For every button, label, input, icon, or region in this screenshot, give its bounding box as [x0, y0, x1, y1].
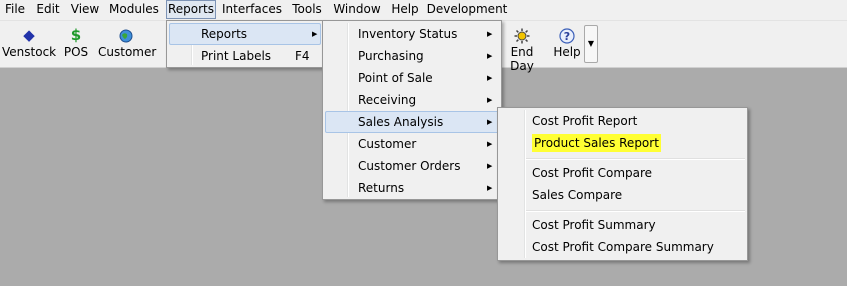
- venstock-label: Venstock: [2, 45, 57, 59]
- menu-modules[interactable]: Modules: [106, 0, 162, 19]
- menu-separator: [526, 210, 745, 212]
- menu-file[interactable]: File: [0, 0, 30, 19]
- item-cost-profit-summary[interactable]: Cost Profit Summary: [500, 214, 745, 236]
- print-labels-shortcut: F4: [295, 49, 310, 63]
- help-label: Help: [553, 45, 581, 59]
- item-sales-compare[interactable]: Sales Compare: [500, 184, 745, 206]
- pos-label: POS: [63, 45, 89, 59]
- submenu-arrow-icon: ▶: [487, 118, 493, 126]
- customer-menu-label: Customer: [358, 137, 417, 151]
- cost-profit-compare-summary-label: Cost Profit Compare Summary: [532, 240, 714, 254]
- submenu-item-point-of-sale[interactable]: Point of Sale ▶: [325, 67, 499, 89]
- submenu-arrow-icon: ▶: [487, 162, 493, 170]
- cost-profit-summary-label: Cost Profit Summary: [532, 218, 656, 232]
- sales-analysis-label: Sales Analysis: [358, 115, 444, 129]
- submenu-item-customer-orders[interactable]: Customer Orders ▶: [325, 155, 499, 177]
- dollar-icon: $: [70, 26, 82, 44]
- submenu-item-returns[interactable]: Returns ▶: [325, 177, 499, 199]
- menu-window[interactable]: Window: [330, 0, 384, 19]
- point-of-sale-label: Point of Sale: [358, 71, 433, 85]
- submenu-arrow-icon: ▶: [312, 30, 318, 38]
- pos-button[interactable]: $ POS: [60, 25, 92, 65]
- reports-menu-item-reports[interactable]: Reports ▶: [169, 23, 321, 45]
- item-product-sales-report[interactable]: Product Sales Report: [500, 132, 745, 154]
- sales-compare-label: Sales Compare: [532, 188, 623, 202]
- submenu-arrow-icon: ▶: [487, 52, 493, 60]
- reports-menu: Reports ▶ Print Labels F4: [166, 20, 324, 68]
- sun-icon: [500, 25, 544, 45]
- question-icon: ?: [552, 25, 582, 45]
- sales-analysis-submenu: Cost Profit Report Product Sales Report …: [497, 107, 748, 261]
- item-cost-profit-compare[interactable]: Cost Profit Compare: [500, 162, 745, 184]
- toolbar-overflow-chevron-icon[interactable]: ▼: [584, 25, 598, 63]
- customer-orders-label: Customer Orders: [358, 159, 461, 173]
- returns-label: Returns: [358, 181, 405, 195]
- receiving-label: Receiving: [358, 93, 417, 107]
- menu-reports[interactable]: Reports: [166, 0, 216, 19]
- menu-help[interactable]: Help: [387, 0, 423, 19]
- menu-interfaces[interactable]: Interfaces: [220, 0, 284, 19]
- submenu-arrow-icon: ▶: [487, 74, 493, 82]
- submenu-item-sales-analysis[interactable]: Sales Analysis ▶: [325, 111, 499, 133]
- menu-view[interactable]: View: [66, 0, 104, 19]
- menu-development[interactable]: Development: [426, 0, 508, 19]
- menu-tools[interactable]: Tools: [287, 0, 327, 19]
- customer-label: Customer: [98, 45, 157, 59]
- submenu-arrow-icon: ▶: [487, 184, 493, 192]
- reports-submenu: Inventory Status ▶ Purchasing ▶ Point of…: [322, 20, 502, 200]
- submenu-item-customer[interactable]: Customer ▶: [325, 133, 499, 155]
- item-cost-profit-report[interactable]: Cost Profit Report: [500, 110, 745, 132]
- purchasing-label: Purchasing: [358, 49, 424, 63]
- end-day-button[interactable]: End Day: [500, 25, 544, 73]
- product-sales-report-label: Product Sales Report: [532, 134, 661, 152]
- submenu-item-inventory-status[interactable]: Inventory Status ▶: [325, 23, 499, 45]
- svg-text:?: ?: [564, 30, 570, 43]
- help-button[interactable]: ? Help: [552, 25, 582, 65]
- item-cost-profit-compare-summary[interactable]: Cost Profit Compare Summary: [500, 236, 745, 258]
- reports-menu-label: Reports: [201, 27, 248, 41]
- submenu-item-purchasing[interactable]: Purchasing ▶: [325, 45, 499, 67]
- menu-separator: [526, 158, 745, 160]
- submenu-arrow-icon: ▶: [487, 140, 493, 148]
- customer-button[interactable]: Customer: [98, 25, 157, 65]
- venstock-icon: ◆: [23, 26, 35, 44]
- cost-profit-report-label: Cost Profit Report: [532, 114, 638, 128]
- submenu-item-receiving[interactable]: Receiving ▶: [325, 89, 499, 111]
- menu-bar: File Edit View Modules Reports Interface…: [0, 0, 847, 21]
- end-day-label: End Day: [510, 45, 534, 73]
- reports-menu-item-print-labels[interactable]: Print Labels F4: [169, 45, 321, 67]
- submenu-arrow-icon: ▶: [487, 96, 493, 104]
- cost-profit-compare-label: Cost Profit Compare: [532, 166, 653, 180]
- inventory-status-label: Inventory Status: [358, 27, 458, 41]
- menu-edit[interactable]: Edit: [32, 0, 64, 19]
- venstock-button[interactable]: ◆ Venstock: [2, 25, 56, 65]
- print-labels-label: Print Labels: [201, 49, 272, 63]
- submenu-arrow-icon: ▶: [487, 30, 493, 38]
- customer-globe-icon: [98, 25, 154, 45]
